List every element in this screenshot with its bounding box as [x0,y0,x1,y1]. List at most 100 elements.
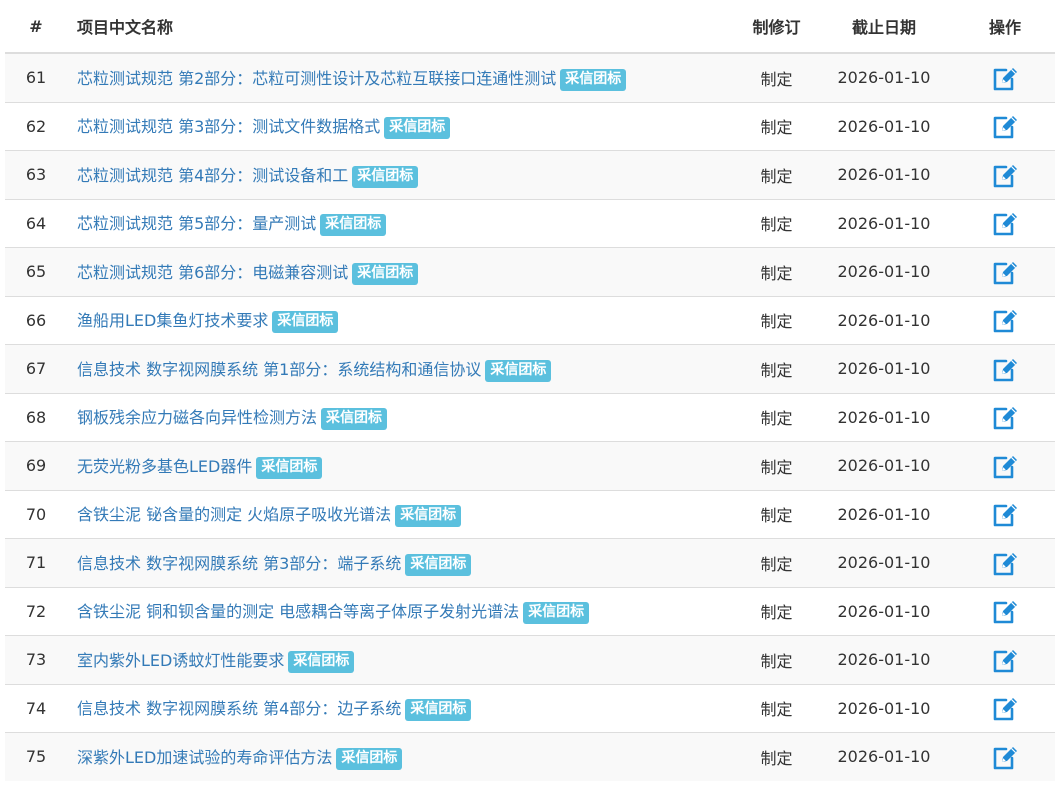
row-number: 62 [5,101,67,151]
row-number: 71 [5,538,67,587]
edit-icon [993,552,1017,576]
edit-icon [993,261,1017,285]
edit-icon [993,698,1017,721]
row-name-cell: 信息技术 数字视网膜系统 第3部分：端子系统 采信团标 [67,538,730,587]
row-name-cell: 深紫外LED加速试验的寿命评估方法 采信团标 [67,732,730,781]
row-deadline: 2026-01-10 [823,344,945,393]
row-deadline-text: 2026-01-10 [837,601,931,621]
row-type-text: 制定 [760,263,793,283]
row-type: 制定 [730,586,823,636]
table-row: 70 含铁尘泥 铋含量的测定 火焰原子吸收光谱法 采信团标 制定 2026-01-… [5,489,1055,539]
row-type: 制定 [730,732,823,781]
row-deadline: 2026-01-10 [823,683,945,733]
edit-button[interactable] [991,209,1019,237]
adopted-standard-badge: 采信团标 [256,456,323,479]
row-deadline: 2026-01-10 [823,295,945,345]
project-name-link[interactable]: 芯粒测试规范 第5部分：量产测试 [77,214,316,233]
row-action-cell [945,247,1055,296]
row-name-cell: 信息技术 数字视网膜系统 第1部分：系统结构和通信协议 采信团标 [67,344,730,393]
header-action: 操作 [945,0,1055,54]
row-deadline: 2026-01-10 [823,392,945,442]
row-number: 66 [5,295,67,345]
row-type-text: 制定 [760,457,793,477]
edit-icon [993,116,1017,139]
project-name-link[interactable]: 信息技术 数字视网膜系统 第3部分：端子系统 [77,554,401,573]
row-deadline-text: 2026-01-10 [837,262,931,282]
row-number-text: 64 [25,213,47,233]
project-name-link[interactable]: 含铁尘泥 铜和钡含量的测定 电感耦合等离子体原子发射光谱法 [77,602,519,621]
row-action-cell [945,344,1055,393]
row-deadline-text: 2026-01-10 [837,456,931,476]
row-deadline: 2026-01-10 [823,586,945,636]
edit-button[interactable] [991,646,1019,674]
row-type: 制定 [730,344,823,393]
table-row: 74 信息技术 数字视网膜系统 第4部分：边子系统 采信团标 制定 2026-01… [5,683,1055,733]
project-name-link[interactable]: 无荧光粉多基色LED器件 [77,457,252,476]
row-deadline: 2026-01-10 [823,198,945,248]
adopted-standard-badge: 采信团标 [272,311,339,334]
project-name-link[interactable]: 渔船用LED集鱼灯技术要求 [77,311,268,330]
row-type-text: 制定 [760,312,793,332]
table-row: 61 芯粒测试规范 第2部分：芯粒可测性设计及芯粒互联接口连通性测试 采信团标 制… [5,52,1055,102]
row-deadline: 2026-01-10 [823,538,945,587]
row-number-text: 68 [25,407,47,427]
row-type-text: 制定 [760,215,793,235]
project-name-link[interactable]: 芯粒测试规范 第4部分：测试设备和工 [77,166,348,185]
standards-table: # 项目中文名称 制修订 截止日期 操作 61 芯粒测试规范 第2部分：芯粒可测… [5,0,1055,781]
project-name-link[interactable]: 芯粒测试规范 第2部分：芯粒可测性设计及芯粒互联接口连通性测试 [77,69,556,88]
table-row: 67 信息技术 数字视网膜系统 第1部分：系统结构和通信协议 采信团标 制定 20… [5,344,1055,393]
row-type-text: 制定 [760,603,793,623]
row-type-text: 制定 [760,748,793,768]
edit-button[interactable] [991,306,1019,334]
row-name-cell: 钢板残余应力磁各向异性检测方法 采信团标 [67,392,730,442]
edit-button[interactable] [991,549,1019,577]
row-deadline: 2026-01-10 [823,732,945,781]
edit-button[interactable] [991,355,1019,383]
row-deadline-text: 2026-01-10 [837,553,931,573]
row-number: 72 [5,586,67,636]
edit-button[interactable] [991,403,1019,431]
row-deadline: 2026-01-10 [823,635,945,684]
edit-button[interactable] [991,112,1019,140]
row-action-cell [945,295,1055,345]
project-name-link[interactable]: 芯粒测试规范 第3部分：测试文件数据格式 [77,117,380,136]
edit-button[interactable] [991,452,1019,480]
edit-button[interactable] [991,258,1019,286]
edit-button[interactable] [991,161,1019,189]
row-number: 64 [5,198,67,248]
row-number-text: 65 [25,262,47,282]
row-deadline-text: 2026-01-10 [837,747,931,767]
row-deadline-text: 2026-01-10 [837,407,931,427]
project-name-link[interactable]: 钢板残余应力磁各向异性检测方法 [77,408,317,427]
row-number: 68 [5,392,67,442]
row-type: 制定 [730,52,823,102]
project-name-link[interactable]: 信息技术 数字视网膜系统 第1部分：系统结构和通信协议 [77,360,481,379]
table-row: 69 无荧光粉多基色LED器件 采信团标 制定 2026-01-10 [5,441,1055,490]
row-number-text: 74 [25,698,47,718]
edit-button[interactable] [991,743,1019,771]
row-deadline: 2026-01-10 [823,101,945,151]
project-name-link[interactable]: 芯粒测试规范 第6部分：电磁兼容测试 [77,263,348,282]
adopted-standard-badge: 采信团标 [320,214,387,237]
row-type: 制定 [730,489,823,539]
row-action-cell [945,198,1055,248]
adopted-standard-badge: 采信团标 [523,602,590,625]
edit-button[interactable] [991,500,1019,528]
row-action-cell [945,489,1055,539]
row-name-cell: 信息技术 数字视网膜系统 第4部分：边子系统 采信团标 [67,683,730,733]
project-name-link[interactable]: 含铁尘泥 铋含量的测定 火焰原子吸收光谱法 [77,505,391,524]
row-number: 75 [5,732,67,781]
edit-button[interactable] [991,694,1019,722]
table-row: 72 含铁尘泥 铜和钡含量的测定 电感耦合等离子体原子发射光谱法 采信团标 制定 … [5,586,1055,636]
table-row: 62 芯粒测试规范 第3部分：测试文件数据格式 采信团标 制定 2026-01-1… [5,101,1055,151]
row-action-cell [945,586,1055,636]
header-type: 制修订 [730,0,823,54]
edit-button[interactable] [991,597,1019,625]
project-name-link[interactable]: 信息技术 数字视网膜系统 第4部分：边子系统 [77,699,401,718]
table-row: 73 室内紫外LED诱蚊灯性能要求 采信团标 制定 2026-01-10 [5,635,1055,684]
table-row: 65 芯粒测试规范 第6部分：电磁兼容测试 采信团标 制定 2026-01-10 [5,247,1055,296]
header-name: 项目中文名称 [67,0,730,54]
project-name-link[interactable]: 室内紫外LED诱蚊灯性能要求 [77,651,284,670]
edit-button[interactable] [991,64,1019,92]
project-name-link[interactable]: 深紫外LED加速试验的寿命评估方法 [77,748,332,767]
